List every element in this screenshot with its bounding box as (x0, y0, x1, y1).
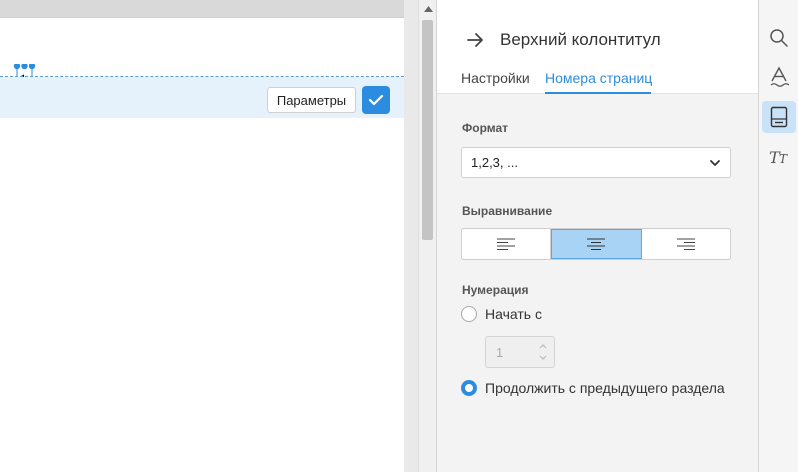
header-footer-tool[interactable] (762, 101, 796, 133)
tab-settings[interactable]: Настройки (461, 70, 530, 86)
panel-title: Верхний колонтитул (500, 30, 661, 49)
center-align-icon (587, 238, 606, 250)
align-center-button[interactable] (551, 229, 642, 259)
format-selected-value: 1,2,3, ... (471, 155, 518, 170)
format-label: Формат (462, 121, 509, 135)
document-area: 1 Параметры (0, 0, 404, 472)
text-style-icon (770, 66, 789, 87)
panel-header: Верхний колонтитул Настройки Номера стра… (437, 0, 759, 94)
numbering-label: Нумерация (462, 283, 529, 297)
svg-text:T: T (779, 152, 788, 166)
format-select[interactable]: 1,2,3, ... (461, 147, 731, 178)
header-settings-panel: Верхний колонтитул Настройки Номера стра… (436, 0, 759, 472)
vertical-scrollbar[interactable] (418, 0, 436, 472)
continue-label: Продолжить с предыдущего раздела (485, 380, 725, 396)
chevron-down-icon (710, 160, 720, 166)
search-tool[interactable] (762, 22, 796, 54)
scroll-up-icon[interactable] (419, 2, 437, 16)
stepper-arrows-icon[interactable] (538, 341, 548, 363)
right-align-icon (676, 238, 695, 250)
right-toolbar: T T (758, 0, 798, 472)
tab-page-numbers[interactable]: Номера страниц (545, 70, 652, 86)
search-icon (770, 29, 788, 47)
start-from-label: Начать с (485, 306, 542, 322)
start-from-option[interactable]: Начать с (461, 306, 542, 322)
start-from-radio[interactable] (461, 306, 477, 322)
align-right-button[interactable] (642, 229, 730, 259)
parameters-button[interactable]: Параметры (267, 87, 356, 113)
continue-option[interactable]: Продолжить с предыдущего раздела (461, 380, 725, 396)
header-footer-icon (770, 106, 788, 128)
typography-tool[interactable]: T T (762, 141, 796, 173)
alignment-label: Выравнивание (462, 204, 553, 218)
active-tab-indicator (545, 92, 651, 94)
back-arrow-icon[interactable] (465, 30, 485, 50)
confirm-button[interactable] (362, 86, 390, 114)
text-style-tool[interactable] (762, 61, 796, 93)
start-number-stepper[interactable]: 1 (485, 336, 555, 368)
typography-icon: T T (769, 148, 788, 166)
align-left-button[interactable] (462, 229, 552, 259)
continue-radio[interactable] (461, 380, 477, 396)
checkmark-icon (368, 94, 384, 106)
left-align-icon (497, 238, 516, 250)
scroll-thumb[interactable] (422, 20, 433, 240)
start-number-value: 1 (496, 344, 504, 360)
alignment-segmented-control (461, 228, 731, 260)
